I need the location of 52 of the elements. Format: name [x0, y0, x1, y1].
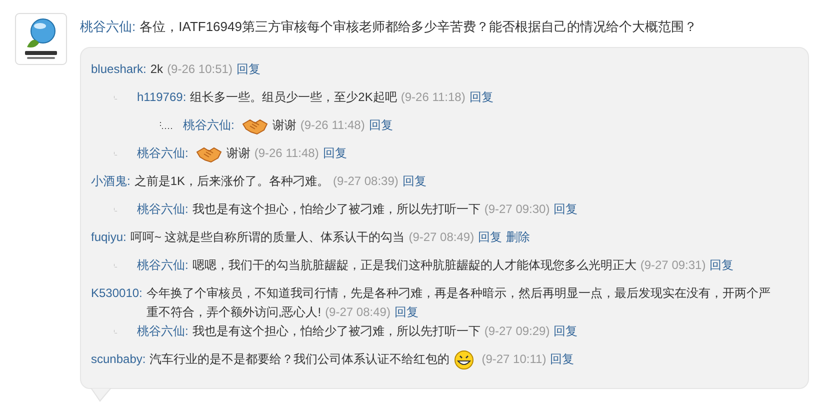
handshake-icon [242, 116, 268, 135]
comment-action-link[interactable]: 回复 [402, 174, 426, 188]
comment-action-link[interactable]: 回复 [394, 305, 418, 319]
comment-action-link[interactable]: 回复 [236, 62, 260, 76]
comment-time: (9-27 08:49) [325, 305, 390, 319]
comment-author[interactable]: scunbaby: [91, 350, 146, 369]
handshake-icon [196, 144, 222, 163]
avatar-icon [15, 13, 67, 65]
comment-action-link[interactable]: 回复 [478, 230, 502, 244]
comment-text: 汽车行业的是不是都要给？我们公司体系认证不给红包的 [150, 352, 450, 366]
comment-action-link[interactable]: 回复 [550, 352, 574, 366]
comment-author[interactable]: 桃谷六仙: [137, 144, 188, 163]
comment-time: (9-26 10:51) [167, 62, 232, 76]
comment-author[interactable]: 桃谷六仙: [183, 116, 234, 135]
comment-text: 嗯嗯，我们干的勾当肮脏龌龊，正是我们这种肮脏龌龊的人才能体现您多么光明正大 [192, 258, 636, 272]
comment-text: 2k [150, 62, 164, 76]
comment-action-link[interactable]: 回复 [322, 146, 347, 160]
comment-action-link[interactable]: 回复 [368, 118, 393, 132]
post-text: 各位，IATF16949第三方审核每个审核老师都给多少辛苦费？能否根据自己的情况给个大概范围？ [140, 19, 697, 34]
comment-action-link[interactable]: 删除 [506, 230, 530, 244]
comment-text: 我也是有这个担心，怕给少了被刁难，所以先打听一下 [192, 324, 480, 338]
comment-author[interactable]: fuqiyu: [91, 228, 126, 247]
comment-action-link[interactable]: 回复 [554, 202, 578, 216]
comment-author[interactable]: 桃谷六仙: [137, 256, 188, 275]
comment-action-link[interactable]: 回复 [554, 324, 578, 338]
comment-text: 之前是1K，后来涨价了。各种刁难。 [134, 174, 330, 188]
comment-action-link[interactable]: 回复 [710, 258, 734, 272]
comment-time: (9-27 09:30) [484, 202, 550, 216]
comment-author[interactable]: 小酒鬼: [91, 172, 130, 191]
comment-text: 组长多一些。组员少一些，至少2K起吧 [190, 90, 397, 104]
post-author[interactable]: 桃谷六仙: [80, 19, 136, 34]
comment-time: (9-26 11:48) [300, 118, 365, 132]
comment-text: 谢谢 [226, 146, 250, 160]
comment-time: (9-26 11:18) [400, 90, 466, 104]
comment-author[interactable]: K530010: [91, 284, 142, 303]
comment-time: (9-27 08:49) [408, 230, 474, 244]
comment-time: (9-27 08:39) [333, 174, 398, 188]
grinning-face-icon [454, 350, 474, 370]
comment-time: (9-26 11:48) [254, 146, 319, 160]
comment-text: 重不符合，弄个额外访问,恶心人! [146, 305, 322, 319]
comment-time: (9-27 10:11) [482, 352, 546, 366]
comment-text: 谢谢 [272, 118, 296, 132]
comment-text: 我也是有这个担心，怕给少了被刁难，所以先打听一下 [192, 202, 480, 216]
comment-author[interactable]: 桃谷六仙: [137, 200, 188, 219]
comment-text: 今年换了个审核员，不知道我司行情，先是各种刁难，再是各种暗示，然后再明显一点，最后发现实在没有，开两个严 [146, 285, 772, 302]
comment-author[interactable]: blueshark: [91, 60, 146, 79]
comment-text: 呵呵~ 这就是些自称所谓的质量人、体系认干的勾当 [130, 230, 405, 244]
comment-action-link[interactable]: 回复 [469, 90, 494, 104]
comment-time: (9-27 09:29) [484, 324, 550, 338]
comment-author[interactable]: h119769: [137, 88, 186, 107]
comment-author[interactable]: 桃谷六仙: [137, 322, 188, 341]
comment-time: (9-27 09:31) [640, 258, 706, 272]
